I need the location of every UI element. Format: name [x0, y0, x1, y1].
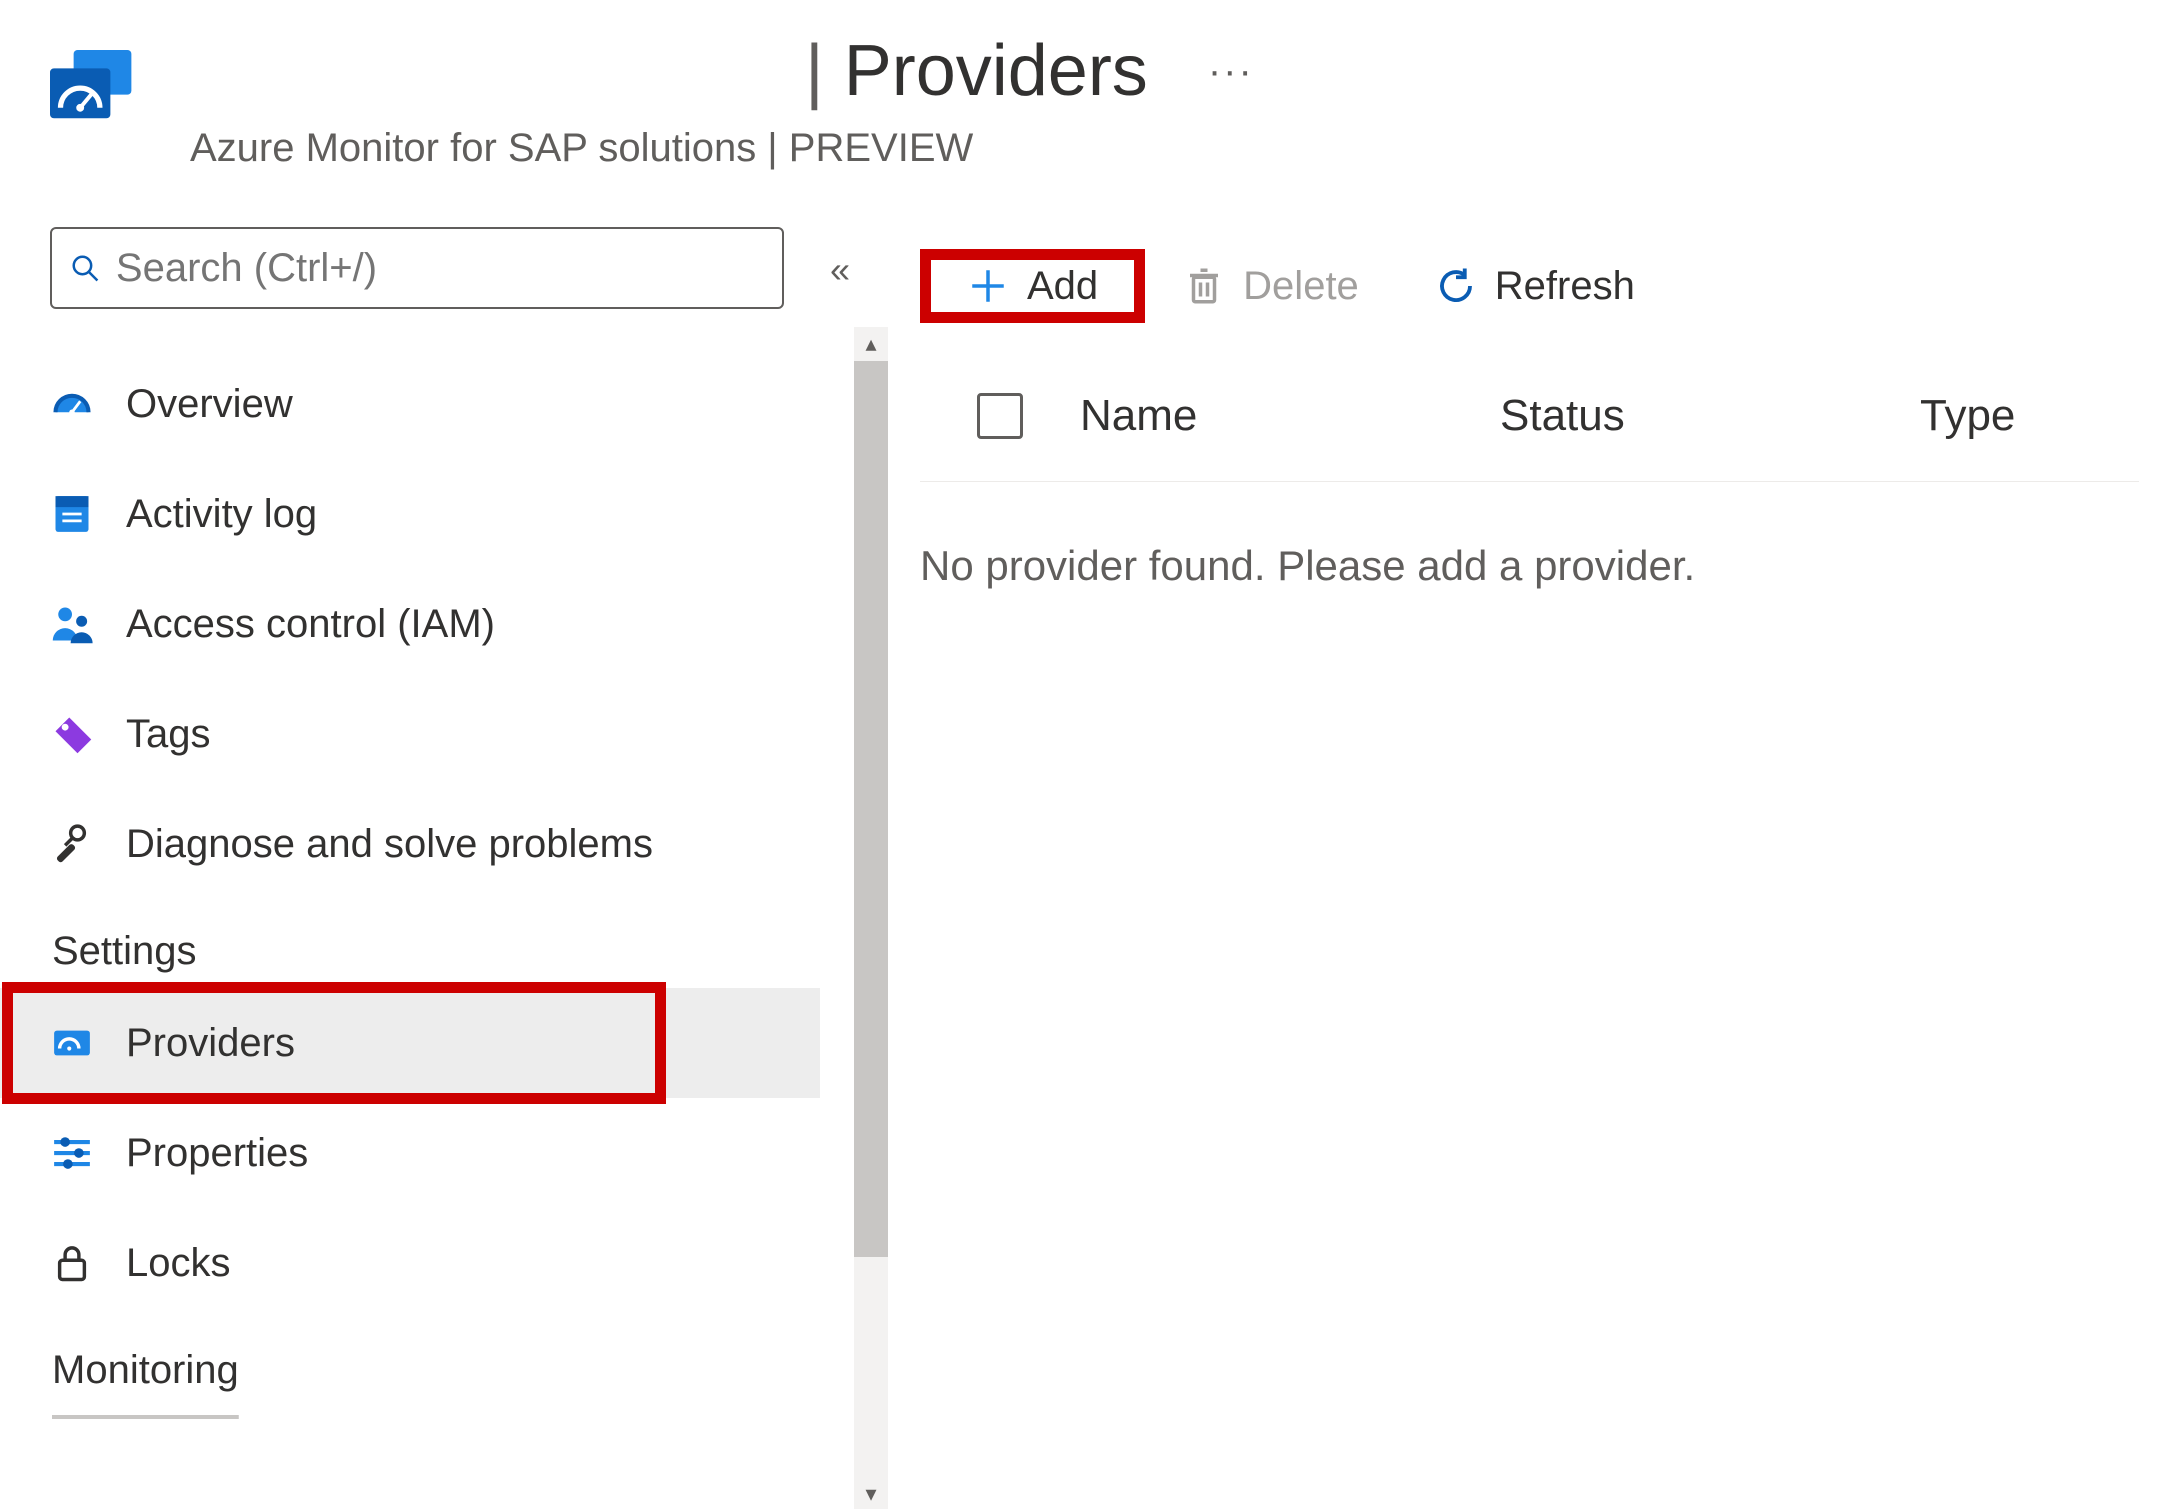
sidebar-item-label: Activity log	[126, 492, 317, 537]
trash-icon	[1183, 265, 1225, 307]
select-all-checkbox[interactable]	[920, 393, 1080, 439]
sidebar-item-properties[interactable]: Properties	[0, 1098, 820, 1208]
command-bar: Add Delete Refresh	[920, 231, 2139, 341]
column-header-status[interactable]: Status	[1500, 391, 1920, 441]
providers-table-header: Name Status Type	[920, 391, 2139, 482]
sidebar-item-label: Tags	[126, 712, 211, 757]
access-control-icon	[50, 602, 94, 646]
resource-icon	[50, 50, 134, 120]
refresh-icon	[1435, 265, 1477, 307]
sidebar-section-monitoring: Monitoring	[0, 1318, 820, 1407]
search-icon	[70, 252, 100, 284]
sidebar-scrollbar[interactable]: ▴ ▾	[854, 327, 888, 1509]
column-header-type[interactable]: Type	[1920, 391, 2080, 441]
column-header-name[interactable]: Name	[1080, 391, 1500, 441]
activity-log-icon	[50, 492, 94, 536]
sidebar-item-diagnose[interactable]: Diagnose and solve problems	[0, 789, 820, 899]
tags-icon	[50, 712, 94, 756]
sidebar-item-label: Providers	[126, 1021, 295, 1066]
properties-icon	[50, 1131, 94, 1175]
sidebar-item-label: Properties	[126, 1131, 308, 1176]
delete-button[interactable]: Delete	[1155, 249, 1387, 323]
collapse-sidebar-button[interactable]: «	[830, 249, 850, 291]
resource-type-subtitle: Azure Monitor for SAP solutions | PREVIE…	[50, 126, 2159, 171]
sidebar-search-input[interactable]	[50, 227, 784, 309]
delete-button-label: Delete	[1243, 264, 1359, 309]
sidebar-section-settings: Settings	[0, 899, 820, 988]
overview-icon	[50, 382, 94, 426]
content-area: Add Delete Refresh Name Status Type No p…	[820, 227, 2159, 1407]
sidebar-item-label: Locks	[126, 1241, 231, 1286]
sidebar-item-label: Access control (IAM)	[126, 602, 495, 647]
add-button-label: Add	[1027, 264, 1098, 309]
sidebar-item-label: Diagnose and solve problems	[126, 822, 653, 867]
refresh-button[interactable]: Refresh	[1407, 249, 1663, 323]
sidebar: « ▴ ▾ Overview Activity log	[0, 227, 820, 1407]
header-more-button[interactable]: ···	[1208, 49, 1254, 94]
sidebar-item-locks[interactable]: Locks	[0, 1208, 820, 1318]
locks-icon	[50, 1241, 94, 1285]
sidebar-item-providers[interactable]: Providers	[0, 988, 820, 1098]
header-divider: |	[805, 30, 824, 112]
sidebar-item-activity-log[interactable]: Activity log	[0, 459, 820, 569]
resource-blade-header: | Providers ··· Azure Monitor for SAP so…	[0, 0, 2159, 181]
sidebar-item-overview[interactable]: Overview	[0, 349, 820, 459]
add-button[interactable]: Add	[920, 249, 1145, 323]
sidebar-item-tags[interactable]: Tags	[0, 679, 820, 789]
plus-icon	[967, 265, 1009, 307]
diagnose-icon	[50, 822, 94, 866]
sidebar-item-access-control[interactable]: Access control (IAM)	[0, 569, 820, 679]
providers-icon	[50, 1021, 94, 1065]
table-empty-message: No provider found. Please add a provider…	[920, 542, 2139, 590]
page-title: Providers	[844, 30, 1148, 112]
sidebar-search-field[interactable]	[116, 246, 764, 291]
refresh-button-label: Refresh	[1495, 264, 1635, 309]
sidebar-item-label: Overview	[126, 382, 293, 427]
